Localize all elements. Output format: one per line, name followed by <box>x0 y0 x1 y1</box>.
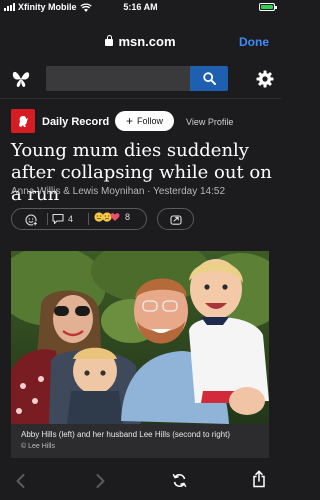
add-reaction-button[interactable] <box>25 214 38 226</box>
status-time: 5:16 AM <box>123 2 158 12</box>
header-divider <box>0 98 281 99</box>
reactions-button[interactable]: 8 <box>94 212 130 222</box>
separator <box>47 213 48 225</box>
reaction-emojis <box>94 212 120 222</box>
status-bar: Xfinity Mobile 5:16 AM <box>0 0 281 16</box>
share-button[interactable] <box>157 208 194 230</box>
view-profile-link[interactable]: View Profile <box>186 117 233 127</box>
follow-label: Follow <box>137 116 164 126</box>
comments-button[interactable]: 4 <box>52 213 73 224</box>
photo-credit: © Lee Hills <box>21 443 55 450</box>
comment-icon <box>52 213 64 224</box>
article-photo[interactable] <box>11 251 269 424</box>
publisher-logo[interactable] <box>11 109 35 133</box>
browser-url-bar: msn.com Done <box>0 30 281 54</box>
plus-icon: + <box>125 114 133 128</box>
publisher-row: Daily Record + Follow View Profile <box>0 108 281 136</box>
search-input[interactable] <box>46 66 192 91</box>
family-photo-illustration <box>11 251 269 424</box>
share-sheet-icon[interactable] <box>252 470 266 488</box>
lion-crest-icon <box>19 116 28 127</box>
reactions-count: 8 <box>125 212 131 222</box>
browser-toolbar <box>0 460 281 500</box>
article-byline: Anna Willis & Lewis Moynihan · Yesterday… <box>11 186 226 197</box>
comments-count: 4 <box>68 213 74 224</box>
add-reaction-icon <box>25 214 38 226</box>
back-icon[interactable] <box>16 474 25 488</box>
site-header <box>0 60 281 98</box>
search-icon <box>202 72 216 85</box>
done-button[interactable]: Done <box>239 35 269 49</box>
caption-text: Abby Hills (left) and her husband Lee Hi… <box>21 430 230 439</box>
heart-emoji-icon <box>110 213 120 221</box>
reload-icon[interactable] <box>172 473 187 488</box>
share-icon <box>169 214 182 225</box>
publisher-name[interactable]: Daily Record <box>42 116 109 128</box>
forward-icon[interactable] <box>96 474 105 488</box>
separator <box>88 213 89 225</box>
follow-button[interactable]: + Follow <box>115 111 174 131</box>
photo-caption: Abby Hills (left) and her husband Lee Hi… <box>11 424 269 458</box>
search-button[interactable] <box>190 66 228 91</box>
msn-butterfly-icon[interactable] <box>10 67 32 89</box>
domain-text: msn.com <box>118 34 176 49</box>
battery-icon <box>259 3 277 11</box>
lock-icon <box>105 35 114 46</box>
gear-icon[interactable] <box>256 70 274 88</box>
reactions-pill: 4 8 <box>11 208 147 230</box>
